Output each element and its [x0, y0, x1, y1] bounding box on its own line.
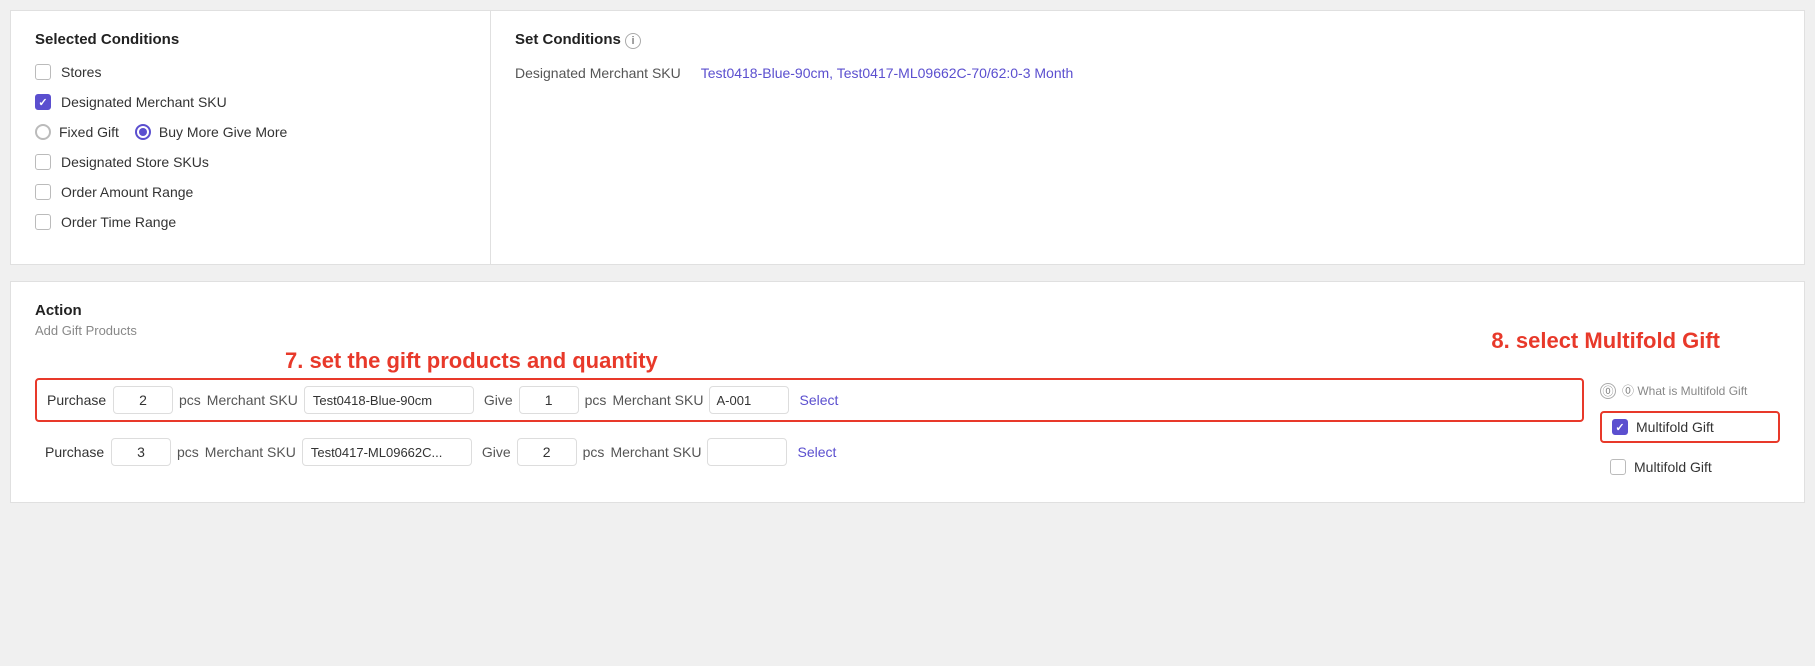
multifold-info-icon[interactable]: ⓪ [1600, 383, 1616, 399]
gift-row-1-select-button[interactable]: Select [793, 444, 840, 460]
radio-buy-more-give-more[interactable]: Buy More Give More [135, 124, 287, 140]
gift-row-1-give-label: Give [482, 444, 511, 460]
multifold-row-1-checkbox[interactable] [1610, 459, 1626, 475]
gift-row-1: Purchase pcs Merchant SKU Give pcs Merch… [35, 432, 1584, 472]
gift-row-0-purchase-sku-value[interactable] [304, 386, 474, 414]
designated-merchant-sku-label: Designated Merchant SKU [61, 94, 227, 110]
set-conditions-info-icon[interactable]: i [625, 33, 641, 49]
stores-checkbox[interactable] [35, 64, 51, 80]
gift-row-1-give-qty[interactable] [517, 438, 577, 466]
buy-more-give-more-label: Buy More Give More [159, 124, 287, 140]
condition-order-time-range: Order Time Range [35, 214, 466, 230]
condition-designated-store-skus: Designated Store SKUs [35, 154, 466, 170]
gift-row-1-give-sku-label: Merchant SKU [610, 444, 701, 460]
gift-rows-left: Purchase pcs Merchant SKU Give pcs Merch… [35, 378, 1584, 482]
order-amount-range-label: Order Amount Range [61, 184, 193, 200]
selected-conditions-panel: Selected Conditions Stores Designated Me… [11, 11, 491, 264]
set-conditions-title: Set Conditions i [515, 31, 1780, 49]
gift-row-1-purchase-label: Purchase [45, 444, 105, 460]
radio-group-gift-type: Fixed Gift Buy More Give More [35, 124, 466, 140]
designated-merchant-sku-set-value: Test0418-Blue-90cm, Test0417-ML09662C-70… [701, 65, 1074, 81]
set-cond-row-0: Designated Merchant SKU Test0418-Blue-90… [515, 65, 1780, 81]
multifold-row-1: Multifold Gift [1600, 453, 1780, 481]
gift-row-0-give-label: Give [484, 392, 513, 408]
gift-row-1-purchase-sku-label: Merchant SKU [205, 444, 296, 460]
annotation-7: 7. set the gift products and quantity [285, 348, 658, 374]
gift-rows-area: Purchase pcs Merchant SKU Give pcs Merch… [35, 378, 1780, 482]
gift-row-1-purchase-unit: pcs [177, 444, 199, 460]
multifold-row-0-checkbox[interactable] [1612, 419, 1628, 435]
order-time-range-checkbox[interactable] [35, 214, 51, 230]
multifold-header: ⓪ ⓪ What is Multifold Gift [1600, 382, 1780, 399]
gift-row-0-select-button[interactable]: Select [795, 392, 842, 408]
condition-designated-merchant-sku: Designated Merchant SKU [35, 94, 466, 110]
gift-row-0-give-sku-label: Merchant SKU [612, 392, 703, 408]
gift-row-0-purchase-qty[interactable] [113, 386, 173, 414]
multifold-row-0-label: Multifold Gift [1636, 419, 1714, 435]
order-time-range-label: Order Time Range [61, 214, 176, 230]
stores-label: Stores [61, 64, 101, 80]
designated-merchant-sku-checkbox[interactable] [35, 94, 51, 110]
what-is-multifold-text: ⓪ What is Multifold Gift [1622, 382, 1747, 399]
gift-row-0: Purchase pcs Merchant SKU Give pcs Merch… [35, 378, 1584, 422]
action-section: Action Add Gift Products 7. set the gift… [10, 281, 1805, 503]
condition-stores: Stores [35, 64, 466, 80]
annotation-container: 7. set the gift products and quantity 8.… [35, 378, 1780, 482]
set-conditions-panel: Set Conditions i Designated Merchant SKU… [491, 11, 1804, 264]
multifold-area: ⓪ ⓪ What is Multifold Gift Multifold Gif… [1600, 378, 1780, 482]
fixed-gift-label: Fixed Gift [59, 124, 119, 140]
multifold-row-0: Multifold Gift [1600, 411, 1780, 443]
multifold-row-1-label: Multifold Gift [1634, 459, 1712, 475]
designated-merchant-sku-set-label: Designated Merchant SKU [515, 65, 681, 81]
gift-row-0-purchase-unit: pcs [179, 392, 201, 408]
gift-row-0-give-sku-value[interactable] [709, 386, 789, 414]
buy-more-give-more-radio[interactable] [135, 124, 151, 140]
gift-row-0-purchase-sku-label: Merchant SKU [207, 392, 298, 408]
gift-row-0-give-qty[interactable] [519, 386, 579, 414]
add-gift-label: Add Gift Products [35, 323, 1780, 338]
top-section: Selected Conditions Stores Designated Me… [10, 10, 1805, 265]
fixed-gift-radio[interactable] [35, 124, 51, 140]
designated-store-skus-label: Designated Store SKUs [61, 154, 209, 170]
selected-conditions-title: Selected Conditions [35, 31, 466, 48]
action-title: Action [35, 302, 1780, 319]
order-amount-range-checkbox[interactable] [35, 184, 51, 200]
gift-row-1-purchase-qty[interactable] [111, 438, 171, 466]
gift-row-1-purchase-sku-value[interactable] [302, 438, 472, 466]
gift-row-1-give-sku-value[interactable] [707, 438, 787, 466]
designated-store-skus-checkbox[interactable] [35, 154, 51, 170]
gift-row-1-give-unit: pcs [583, 444, 605, 460]
gift-row-0-purchase-label: Purchase [47, 392, 107, 408]
page-wrapper: Selected Conditions Stores Designated Me… [0, 0, 1815, 666]
gift-row-0-give-unit: pcs [585, 392, 607, 408]
condition-order-amount-range: Order Amount Range [35, 184, 466, 200]
radio-fixed-gift[interactable]: Fixed Gift [35, 124, 119, 140]
